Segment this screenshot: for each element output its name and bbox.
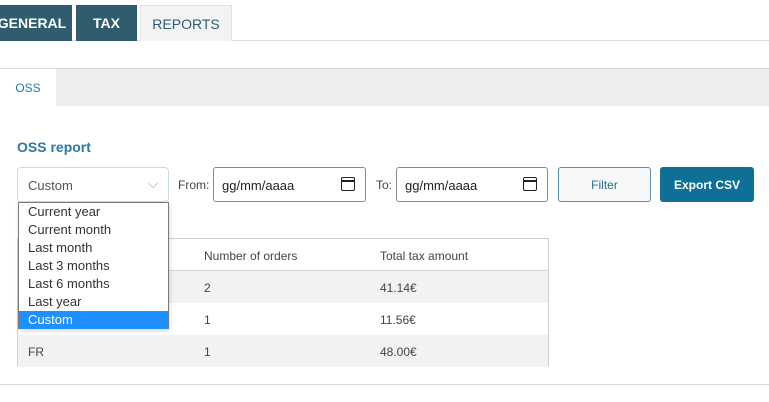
column-header: Number of orders (204, 249, 298, 263)
table-cell: FR (28, 345, 44, 359)
top-tab-bar: GENERAL TAX REPORTS (0, 0, 769, 41)
period-select-value: Custom (28, 178, 73, 193)
from-label: From: (178, 178, 210, 192)
sub-tab-bar: OSS (0, 68, 769, 107)
tab-oss[interactable]: OSS (0, 69, 56, 107)
period-select[interactable]: Custom ⌵ (17, 167, 169, 202)
tab-general[interactable]: GENERAL (0, 5, 72, 41)
calendar-icon[interactable] (523, 177, 537, 191)
period-dropdown-list[interactable]: Current year Current month Last month La… (18, 202, 169, 329)
from-date-value: gg/mm/aaaa (222, 178, 295, 193)
table-cell: 1 (204, 313, 211, 327)
calendar-icon[interactable] (341, 177, 355, 191)
period-option[interactable]: Current month (19, 221, 168, 239)
report-title: OSS report (17, 139, 91, 155)
period-option-selected[interactable]: Custom (19, 311, 168, 329)
period-option[interactable]: Current year (19, 203, 168, 221)
table-cell: 1 (204, 345, 211, 359)
period-option[interactable]: Last year (19, 293, 168, 311)
period-option[interactable]: Last 6 months (19, 275, 168, 293)
export-csv-button[interactable]: Export CSV (660, 167, 754, 202)
to-date-input[interactable]: gg/mm/aaaa (396, 167, 548, 202)
table-cell: 11.56€ (380, 313, 416, 327)
table-cell: 41.14€ (380, 281, 417, 295)
filter-button[interactable]: Filter (558, 167, 651, 202)
tab-reports[interactable]: REPORTS (140, 5, 232, 41)
table-row: FR 1 48.00€ (18, 335, 548, 367)
to-label: To: (376, 178, 393, 192)
period-option[interactable]: Last 3 months (19, 257, 168, 275)
tab-tax[interactable]: TAX (76, 5, 137, 41)
chevron-down-icon: ⌵ (148, 176, 158, 191)
from-date-input[interactable]: gg/mm/aaaa (213, 167, 366, 202)
period-option[interactable]: Last month (19, 239, 168, 257)
table-cell: 2 (204, 281, 211, 295)
divider (0, 384, 769, 385)
table-cell: 48.00€ (380, 345, 417, 359)
to-date-value: gg/mm/aaaa (405, 178, 478, 193)
column-header: Total tax amount (380, 249, 469, 263)
